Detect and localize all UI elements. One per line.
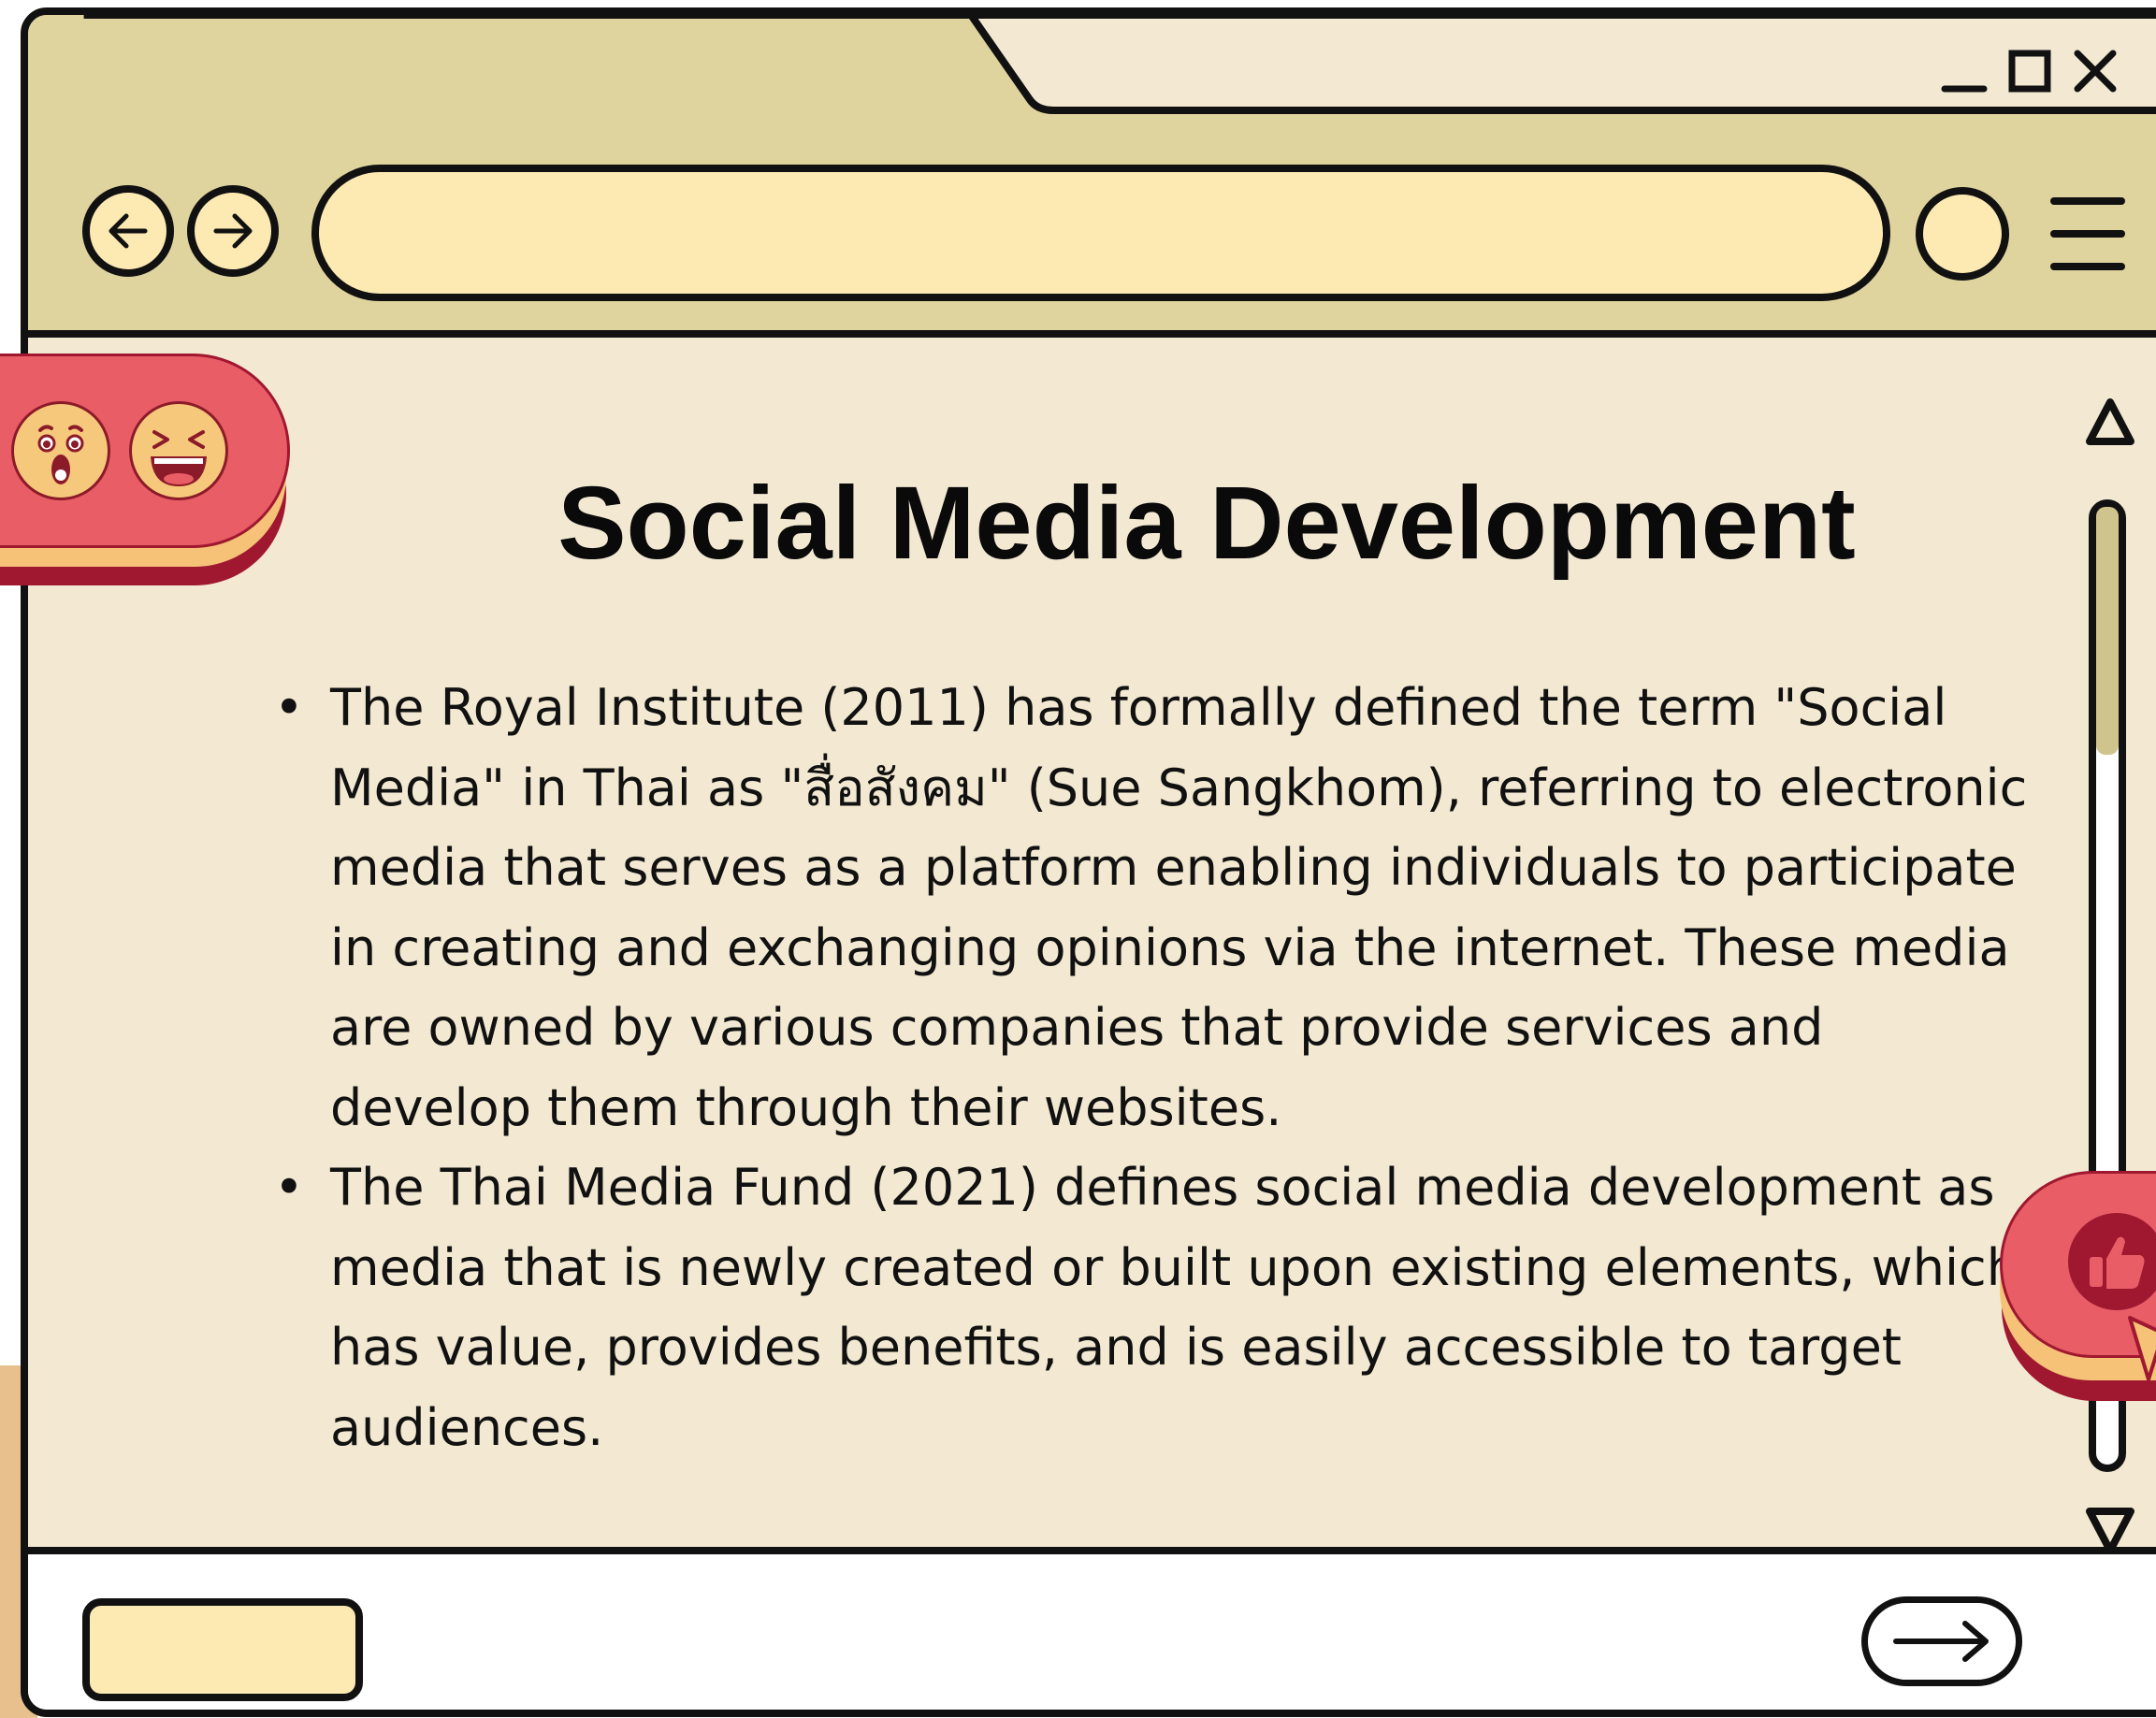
back-button[interactable] <box>82 185 174 277</box>
forward-button[interactable] <box>187 185 279 277</box>
browser-toolbar <box>28 15 2156 338</box>
next-button[interactable] <box>1861 1596 2022 1686</box>
scroll-thumb[interactable] <box>2096 507 2119 755</box>
hamburger-menu-icon[interactable] <box>2050 197 2125 270</box>
profile-circle-button[interactable] <box>1916 187 2009 281</box>
browser-window: Social Media Development • The Royal Ins… <box>21 7 2156 1717</box>
minimize-button[interactable] <box>1936 43 1992 99</box>
address-bar[interactable] <box>311 165 1890 301</box>
surprised-face-emoji <box>11 401 110 500</box>
thumbs-up-icon <box>2068 1213 2156 1310</box>
list-item: • The Thai Media Fund (2021) defines soc… <box>257 1148 2034 1467</box>
page-title: Social Media Development <box>557 466 1856 581</box>
maximize-icon <box>2008 50 2051 93</box>
bullet-text: The Royal Institute (2011) has formally … <box>330 678 2028 1137</box>
scroll-up-icon[interactable] <box>2082 397 2138 453</box>
arrow-right-icon <box>213 213 253 249</box>
status-bar <box>28 1547 2156 1710</box>
bullet-text: The Thai Media Fund (2021) defines socia… <box>330 1158 2019 1457</box>
footer-field[interactable] <box>82 1598 363 1701</box>
cursor-arrow-icon <box>2128 1316 2156 1381</box>
bullet-marker: • <box>274 1158 304 1217</box>
page-content: Social Media Development • The Royal Ins… <box>28 345 2156 1554</box>
arrow-left-icon <box>109 213 148 249</box>
laughing-face-emoji <box>129 401 228 500</box>
bullet-marker: • <box>274 678 304 737</box>
tab-strip <box>83 15 2156 114</box>
emoji-reaction-sticker <box>0 354 292 589</box>
maximize-button[interactable] <box>2002 43 2058 99</box>
list-item: • The Royal Institute (2011) has formall… <box>257 668 2034 1148</box>
bullet-list: • The Royal Institute (2011) has formall… <box>257 668 2034 1467</box>
arrow-right-icon <box>1893 1621 1989 1662</box>
like-sticker <box>2000 1171 2156 1405</box>
close-icon <box>2074 50 2117 93</box>
minimize-icon <box>1941 85 1988 93</box>
close-button[interactable] <box>2067 43 2123 99</box>
